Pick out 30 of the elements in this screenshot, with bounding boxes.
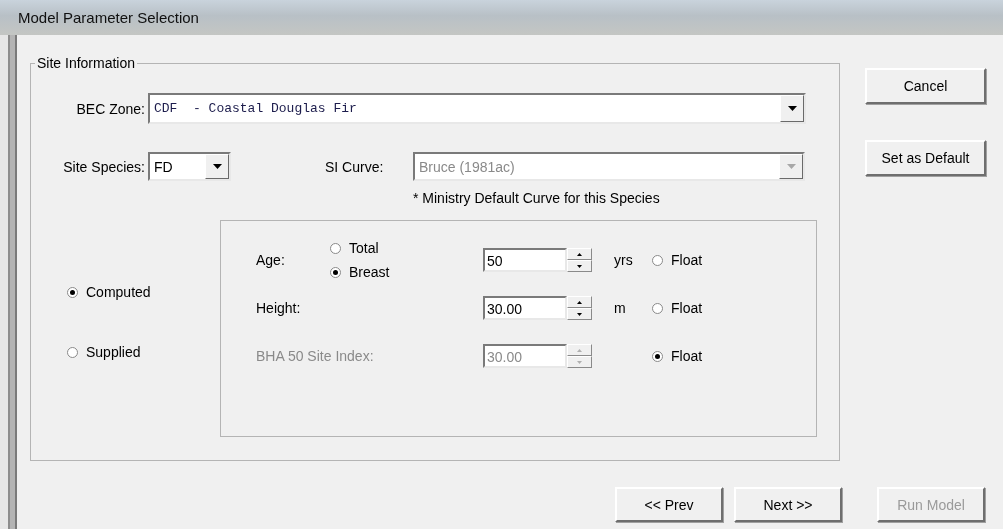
dropdown-arrow-icon — [212, 164, 222, 169]
zone-dropdown[interactable]: CDF - Coastal Douglas Fir — [148, 93, 806, 124]
dropdown-arrow-icon — [787, 106, 797, 111]
unit-label: m — [614, 300, 626, 316]
field-label: BEC Zone: — [75, 100, 145, 117]
unit-label: yrs — [614, 252, 633, 268]
species-dropdown[interactable]: FD — [148, 152, 231, 181]
dialog-button[interactable]: Set as Default — [865, 140, 986, 176]
group-title: Site Information — [36, 55, 137, 71]
dialog-button[interactable]: Cancel — [865, 68, 986, 104]
field-label: Age: — [256, 252, 285, 268]
radio-option[interactable]: Breast — [330, 264, 390, 280]
field-label: BHA 50 Site Index: — [256, 348, 374, 364]
spinner-arrows-icon[interactable] — [567, 296, 592, 320]
radio-option[interactable]: Computed — [67, 284, 151, 300]
field-label: SI Curve: — [325, 158, 385, 175]
number-field[interactable]: 30.00 — [483, 296, 567, 320]
field-label: Height: — [256, 300, 301, 316]
window-title: Model Parameter Selection — [18, 9, 199, 26]
radio-option[interactable]: Total — [330, 240, 379, 256]
nav-button[interactable]: << Prev — [615, 487, 723, 522]
radio-option[interactable]: Float — [652, 300, 703, 316]
dropdown-arrow-icon — [786, 164, 796, 169]
radio-option[interactable]: Float — [652, 252, 703, 268]
number-field[interactable]: 50 — [483, 248, 567, 272]
radio-option[interactable]: Supplied — [67, 344, 141, 360]
spinner-arrows-icon[interactable] — [567, 248, 592, 272]
field-label: Site Species: — [62, 158, 145, 175]
note-text: * Ministry Default Curve for this Species — [413, 190, 661, 206]
nav-button[interactable]: Next >> — [734, 487, 842, 522]
